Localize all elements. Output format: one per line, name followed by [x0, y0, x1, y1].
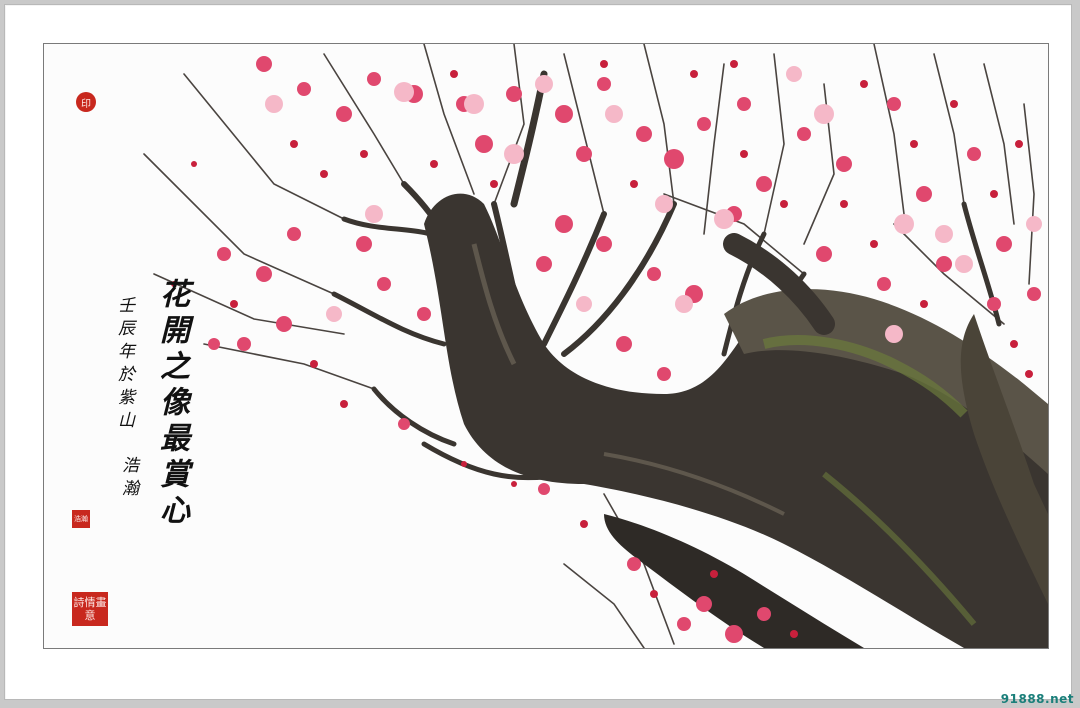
inscription-main-column: 花開之像最賞心	[154, 278, 189, 530]
site-watermark: 91888.net	[1000, 692, 1074, 706]
photo-panel: 印 花開之像最賞心 壬辰年於紫山 浩瀚 浩瀚 詩情畫意	[43, 43, 1049, 649]
name-seal-stamp: 浩瀚	[72, 510, 90, 528]
inscription-date-column: 壬辰年於紫山	[114, 296, 134, 434]
square-seal-stamp: 詩情畫意	[72, 592, 108, 626]
inscription-signature: 浩瀚	[118, 456, 138, 502]
round-seal-stamp: 印	[76, 92, 96, 112]
outer-frame: 印 花開之像最賞心 壬辰年於紫山 浩瀚 浩瀚 詩情畫意	[4, 4, 1072, 700]
calligraphy-inscription: 花開之像最賞心 壬辰年於紫山 浩瀚	[94, 278, 214, 578]
trunk	[424, 193, 1048, 648]
